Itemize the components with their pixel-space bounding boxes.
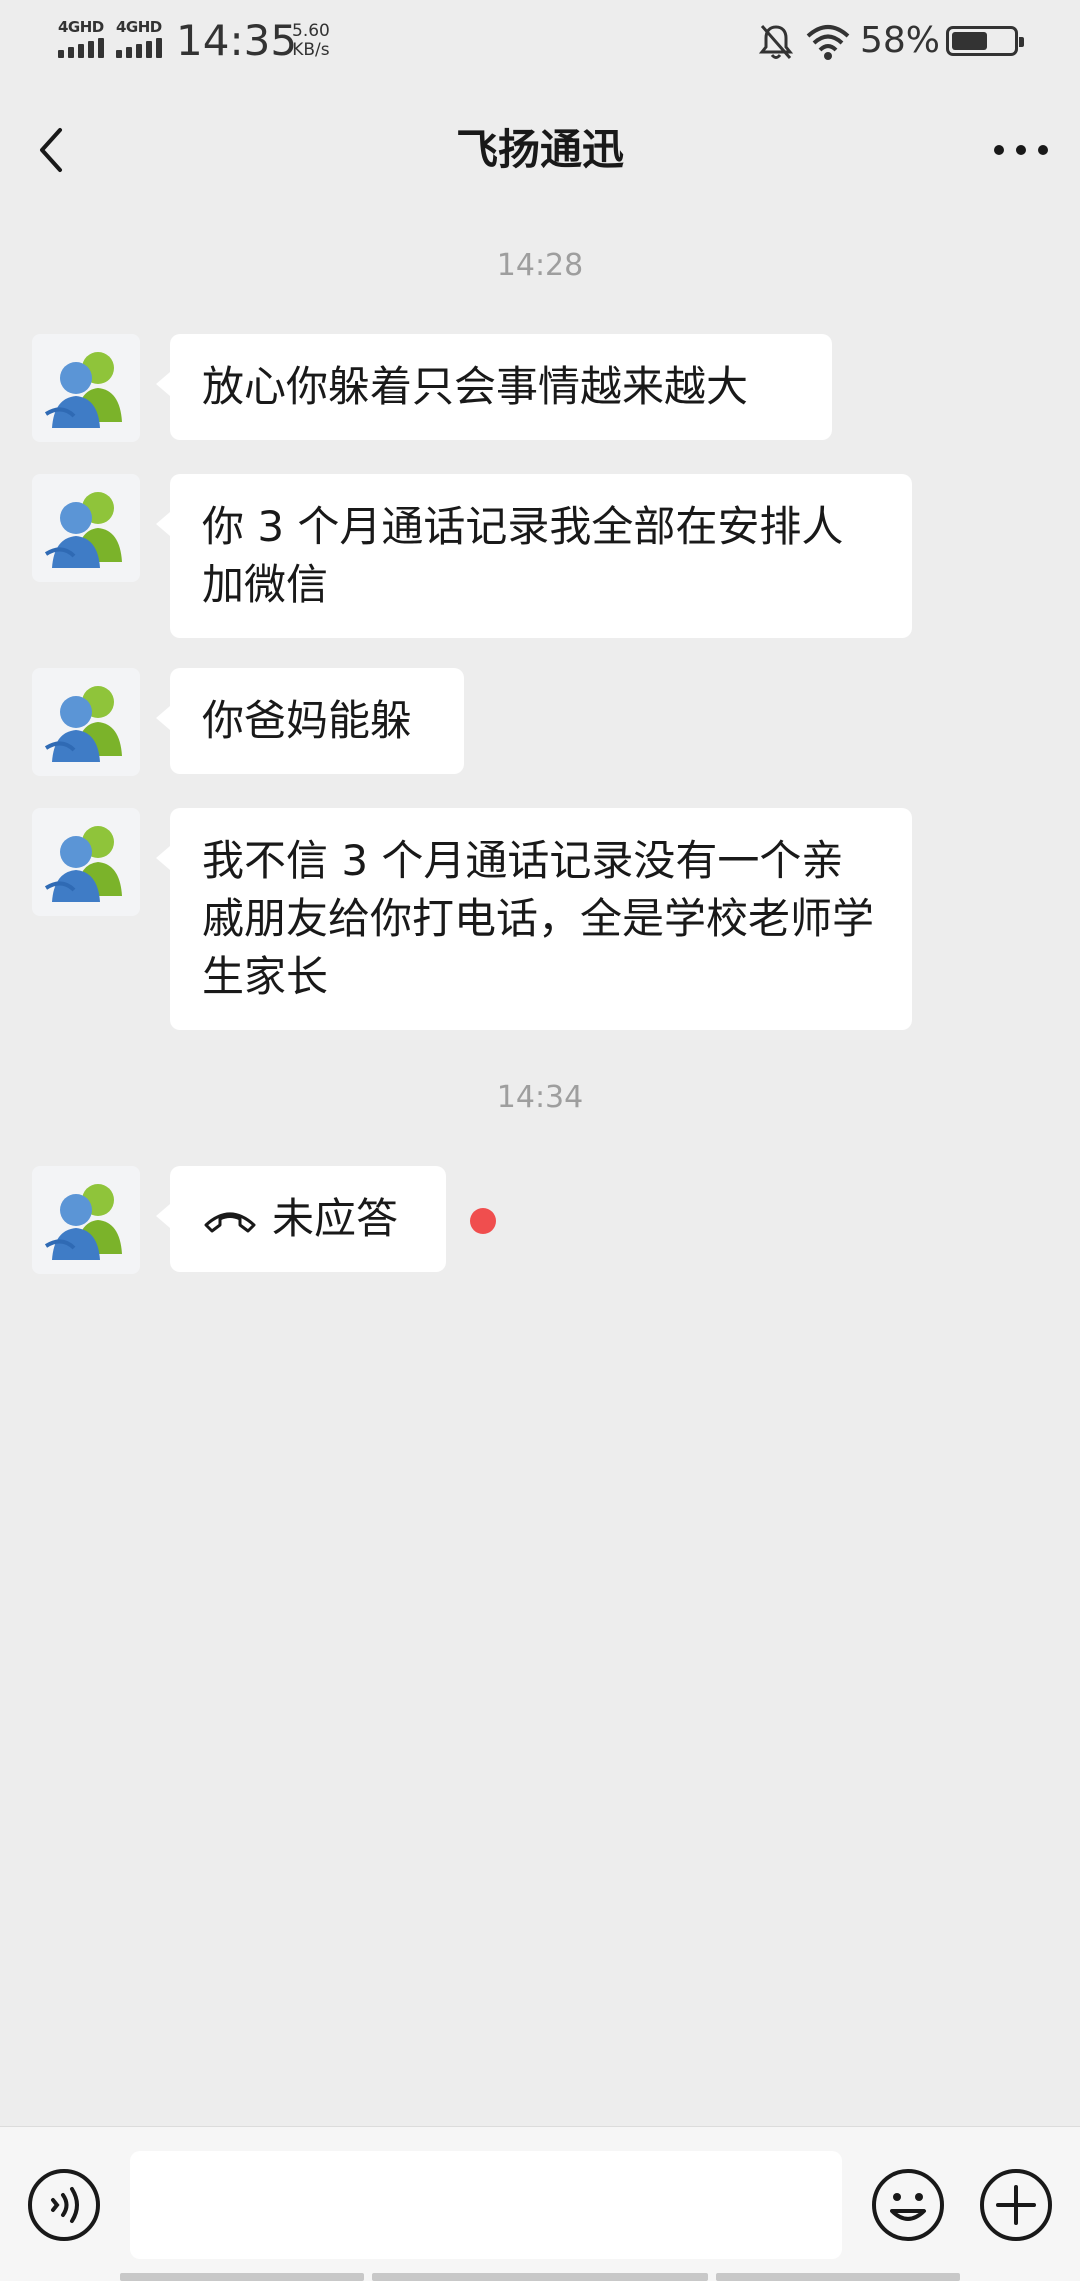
avatar[interactable] bbox=[32, 808, 140, 916]
net-speed: 5.60 KB/s bbox=[292, 22, 330, 60]
plus-icon[interactable] bbox=[978, 2167, 1054, 2243]
more-dots-icon[interactable] bbox=[988, 124, 1054, 176]
call-status-label: 未应答 bbox=[272, 1194, 399, 1243]
battery-percent: 58% bbox=[860, 20, 941, 61]
sim1-label: 4GHD bbox=[58, 18, 104, 36]
contact-avatar-icon bbox=[44, 826, 122, 902]
net-speed-value: 5.60 bbox=[292, 21, 330, 41]
unread-dot bbox=[470, 1208, 496, 1234]
message-timestamp: 14:28 bbox=[496, 248, 584, 283]
status-bar: 4GHD 4GHD 14:35 5.60 KB/s 58% bbox=[0, 0, 1080, 80]
chat-title: 飞扬通迅 bbox=[455, 125, 624, 174]
avatar[interactable] bbox=[32, 668, 140, 776]
contact-avatar-icon bbox=[44, 686, 122, 762]
sim2-label: 4GHD bbox=[116, 18, 162, 36]
input-bar bbox=[0, 2126, 1080, 2281]
emoji-icon[interactable] bbox=[870, 2167, 946, 2243]
avatar[interactable] bbox=[32, 474, 140, 582]
signal-icon: 4GHD bbox=[116, 18, 166, 60]
message-input[interactable] bbox=[130, 2151, 842, 2259]
contact-avatar-icon bbox=[44, 352, 122, 428]
message-bubble[interactable]: 我不信 3 个月通话记录没有一个亲戚朋友给你打电话，全是学校老师学生家长 bbox=[156, 808, 912, 1030]
avatar[interactable] bbox=[32, 334, 140, 442]
signal-icon: 4GHD bbox=[58, 18, 108, 60]
voice-icon[interactable] bbox=[26, 2167, 102, 2243]
wifi-icon bbox=[806, 25, 850, 60]
contact-avatar-icon bbox=[44, 492, 122, 568]
battery-icon bbox=[946, 26, 1024, 56]
message-bubble[interactable]: 你 3 个月通话记录我全部在安排人加微信 bbox=[156, 474, 912, 638]
status-time: 14:35 bbox=[176, 16, 298, 65]
hangup-phone-icon bbox=[204, 1212, 256, 1232]
avatar[interactable] bbox=[32, 1166, 140, 1274]
chat-header: 飞扬通迅 bbox=[0, 80, 1080, 220]
mute-bell-icon bbox=[758, 25, 794, 59]
net-speed-unit: KB/s bbox=[292, 40, 330, 60]
message-timestamp: 14:34 bbox=[496, 1080, 584, 1115]
call-bubble[interactable]: 未应答 bbox=[156, 1166, 446, 1272]
message-bubble[interactable]: 你爸妈能躲 bbox=[156, 668, 464, 774]
message-bubble[interactable]: 放心你躲着只会事情越来越大 bbox=[156, 334, 832, 440]
contact-avatar-icon bbox=[44, 1184, 122, 1260]
